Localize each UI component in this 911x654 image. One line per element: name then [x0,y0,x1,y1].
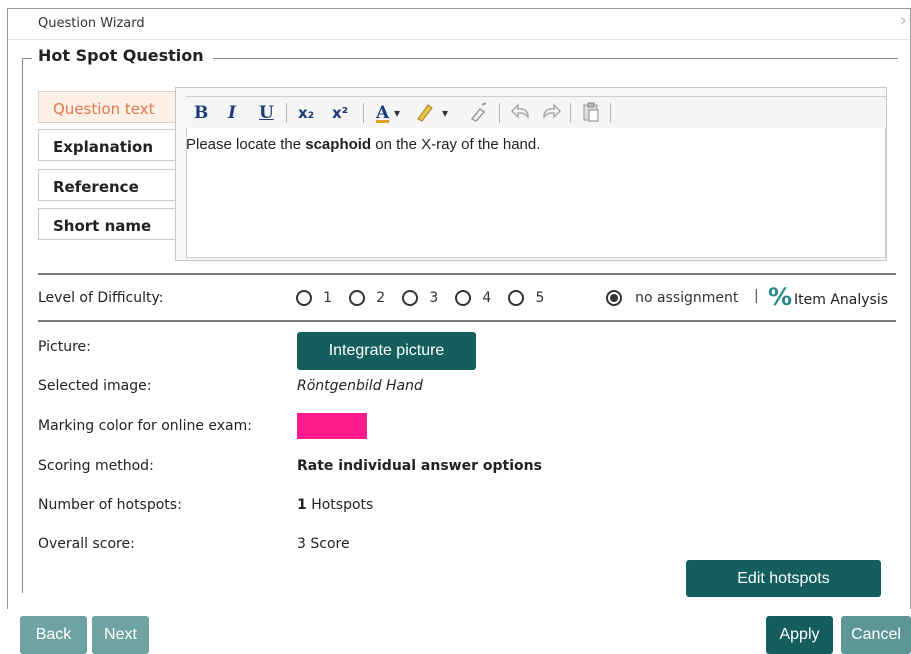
group-title: Hot Spot Question [32,46,213,65]
divider [38,273,896,275]
content-text-before: Please locate the [186,136,306,153]
content-text-after: on the X-ray of the hand. [371,136,541,153]
difficulty-radio-5[interactable] [508,289,525,306]
tab-question-text[interactable]: Question text [38,91,176,123]
toolbar-separator [570,103,571,123]
next-button[interactable]: Next [92,616,149,654]
redo-icon[interactable] [540,101,562,125]
difficulty-radio-1[interactable] [296,289,312,306]
difficulty-option-label: 2 [376,290,386,306]
no-assignment-label: no assignment [635,290,739,306]
cancel-button[interactable]: Cancel [841,616,911,654]
separator: | [754,288,759,304]
back-button[interactable]: Back [20,616,87,654]
underline-button[interactable]: U [259,101,274,125]
difficulty-option-label: 3 [429,290,439,306]
difficulty-option-label: 5 [535,290,545,306]
toolbar-separator [499,103,500,123]
selected-image-value: Röntgenbild Hand [297,378,423,394]
difficulty-radio-3[interactable] [402,289,419,306]
superscript-button[interactable]: x² [332,101,348,125]
clear-format-icon[interactable] [468,101,490,125]
bold-button[interactable]: B [194,101,208,125]
divider [38,320,896,322]
window-title: Question Wizard [38,16,145,31]
tab-explanation[interactable]: Explanation [38,129,176,161]
integrate-picture-button[interactable]: Integrate picture [297,332,476,370]
toolbar-separator [286,103,287,123]
percent-icon[interactable]: % [768,283,792,311]
tab-short-name[interactable]: Short name [38,208,176,240]
item-analysis-link[interactable]: Item Analysis [794,292,888,308]
group-border-left [22,58,23,593]
marking-color-label: Marking color for online exam: [38,418,252,434]
selected-image-label: Selected image: [38,378,152,394]
difficulty-options: 1 2 3 4 5 [296,287,544,306]
overall-score-value: 3 Score [297,536,350,552]
difficulty-label: Level of Difficulty: [38,290,164,306]
editor-toolbar: B I U x₂ x² A ▾ ▾ [186,96,886,130]
no-assignment-option[interactable]: no assignment [606,287,738,306]
hotspots-count-unit: Hotspots [306,497,374,513]
marking-color-swatch[interactable] [297,413,367,439]
toolbar-separator [610,103,611,123]
font-color-button[interactable]: A [376,101,389,125]
difficulty-option-label: 1 [323,290,333,306]
difficulty-radio-4[interactable] [455,289,472,306]
picture-label: Picture: [38,339,91,355]
edit-hotspots-button[interactable]: Edit hotspots [686,560,881,597]
hotspots-count-number: 1 [297,497,307,513]
no-assignment-radio[interactable] [606,289,622,306]
highlight-icon[interactable] [414,101,436,125]
content-text-bold: scaphoid [305,136,372,153]
scoring-method-value: Rate individual answer options [297,458,542,474]
overall-score-label: Overall score: [38,536,135,552]
undo-icon[interactable] [510,101,532,125]
scoring-method-label: Scoring method: [38,458,154,474]
italic-button[interactable]: I [228,101,236,125]
close-icon[interactable]: › [900,10,907,31]
chevron-down-icon[interactable]: ▾ [394,101,400,125]
tab-reference[interactable]: Reference [38,169,176,201]
subscript-button[interactable]: x₂ [298,101,314,125]
hotspots-count-value: 1 Hotspots [297,497,373,513]
hotspots-count-label: Number of hotspots: [38,497,182,513]
apply-button[interactable]: Apply [766,616,833,654]
paste-icon[interactable] [580,101,602,125]
difficulty-option-label: 4 [482,290,492,306]
toolbar-separator [363,103,364,123]
question-text-content[interactable]: Please locate the scaphoid on the X-ray … [186,136,540,153]
difficulty-radio-2[interactable] [349,289,366,306]
chevron-down-icon[interactable]: ▾ [442,101,448,125]
